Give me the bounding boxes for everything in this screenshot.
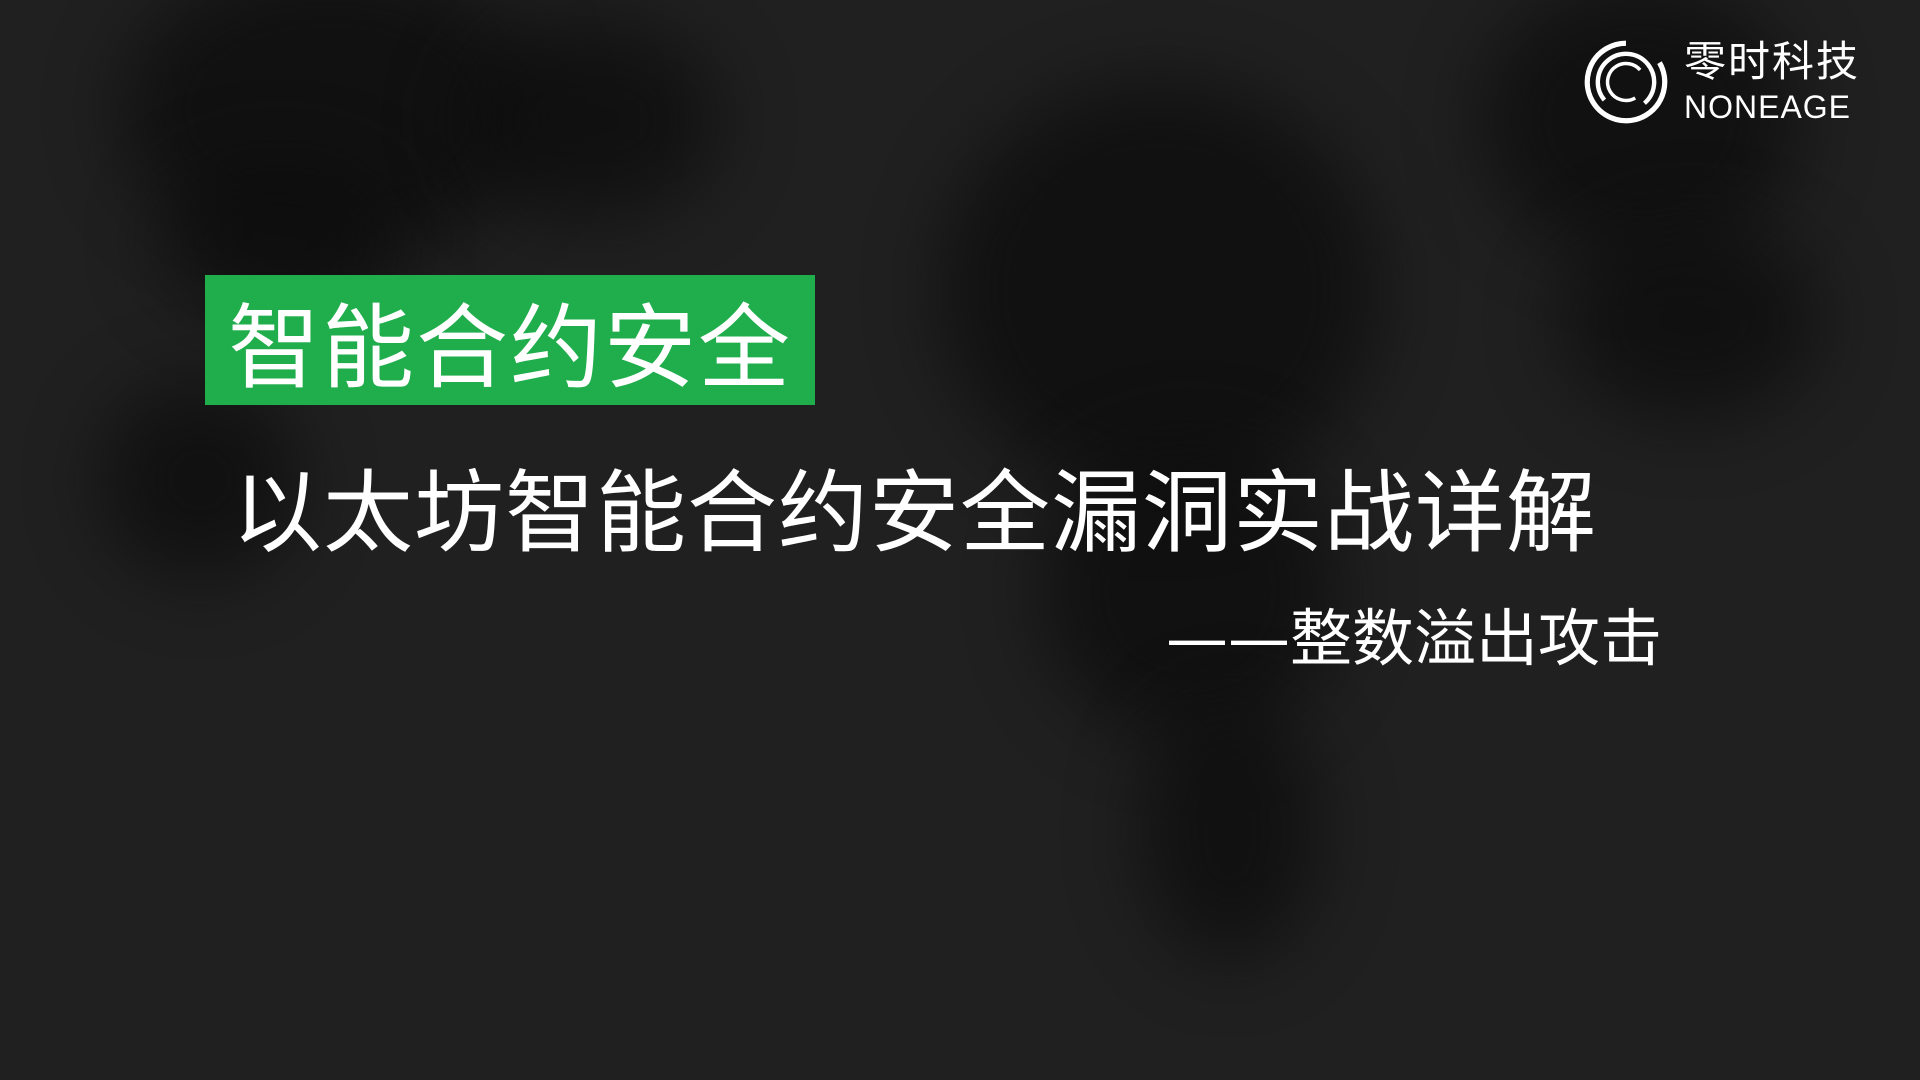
logo-text: 零时科技 NONEAGE	[1683, 37, 1860, 125]
slide: 零时科技 NONEAGE 智能合约安全 以太坊智能合约安全漏洞实战详解 ——整数…	[0, 0, 1920, 1080]
swirl-ring-logo-icon	[1584, 40, 1668, 124]
slide-title: 以太坊智能合约安全漏洞实战详解	[232, 461, 1597, 566]
category-tag: 智能合约安全	[205, 275, 815, 405]
slide-subtitle: ——整数溢出攻击	[1165, 602, 1662, 675]
logo-name-cn: 零时科技	[1683, 37, 1860, 86]
logo-name-en: NONEAGE	[1683, 89, 1852, 125]
category-tag-label: 智能合约安全	[227, 294, 792, 402]
company-logo: 零时科技 NONEAGE	[1582, 38, 1860, 126]
